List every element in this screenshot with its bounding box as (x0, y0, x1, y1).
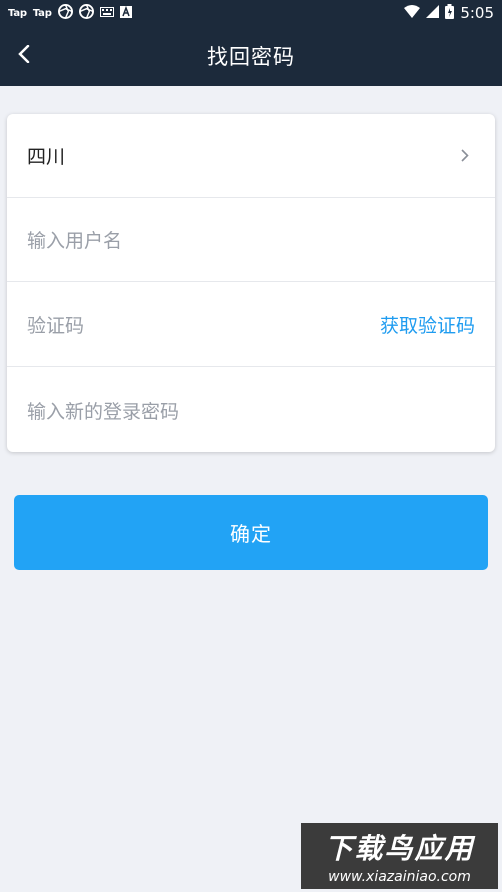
tap-app-icon-2: Tap (32, 7, 52, 19)
watermark-logo: 下载鸟应用 www.xiazainiao.com (301, 823, 498, 889)
page-title: 找回密码 (207, 45, 295, 69)
chevron-right-icon (461, 149, 475, 163)
signal-icon (426, 4, 440, 22)
region-value: 四川 (27, 146, 66, 168)
verification-code-row: 验证码 获取验证码 (7, 283, 495, 367)
font-icon (119, 5, 132, 21)
app-bar: 找回密码 (0, 26, 502, 86)
status-bar-system: 5:05 (404, 3, 494, 23)
region-selector[interactable]: 四川 (7, 114, 495, 198)
keyboard-icon (99, 6, 114, 20)
watermark-url: www.xiazainiao.com (328, 869, 471, 885)
username-field[interactable]: 输入用户名 (7, 198, 495, 282)
watermark-title: 下载鸟应用 (324, 832, 475, 865)
new-password-field[interactable]: 输入新的登录密码 (7, 368, 495, 452)
status-bar: Tap Tap 5:05 (0, 0, 502, 26)
battery-icon (445, 3, 455, 23)
confirm-button[interactable]: 确定 (14, 495, 488, 570)
tap-app-icon: Tap (8, 7, 27, 19)
recovery-form-card: 四川 输入用户名 验证码 获取验证码 输入新的登录密码 (7, 114, 495, 452)
new-password-placeholder: 输入新的登录密码 (27, 400, 180, 423)
get-code-button[interactable]: 获取验证码 (380, 311, 475, 338)
aperture-icon (57, 4, 73, 22)
clock: 5:05 (460, 4, 494, 22)
username-placeholder: 输入用户名 (27, 230, 123, 252)
verification-code-field[interactable]: 验证码 (27, 311, 380, 338)
wifi-icon (404, 4, 421, 22)
status-bar-notifications: Tap Tap (8, 4, 132, 22)
aperture-icon-2 (78, 4, 94, 22)
